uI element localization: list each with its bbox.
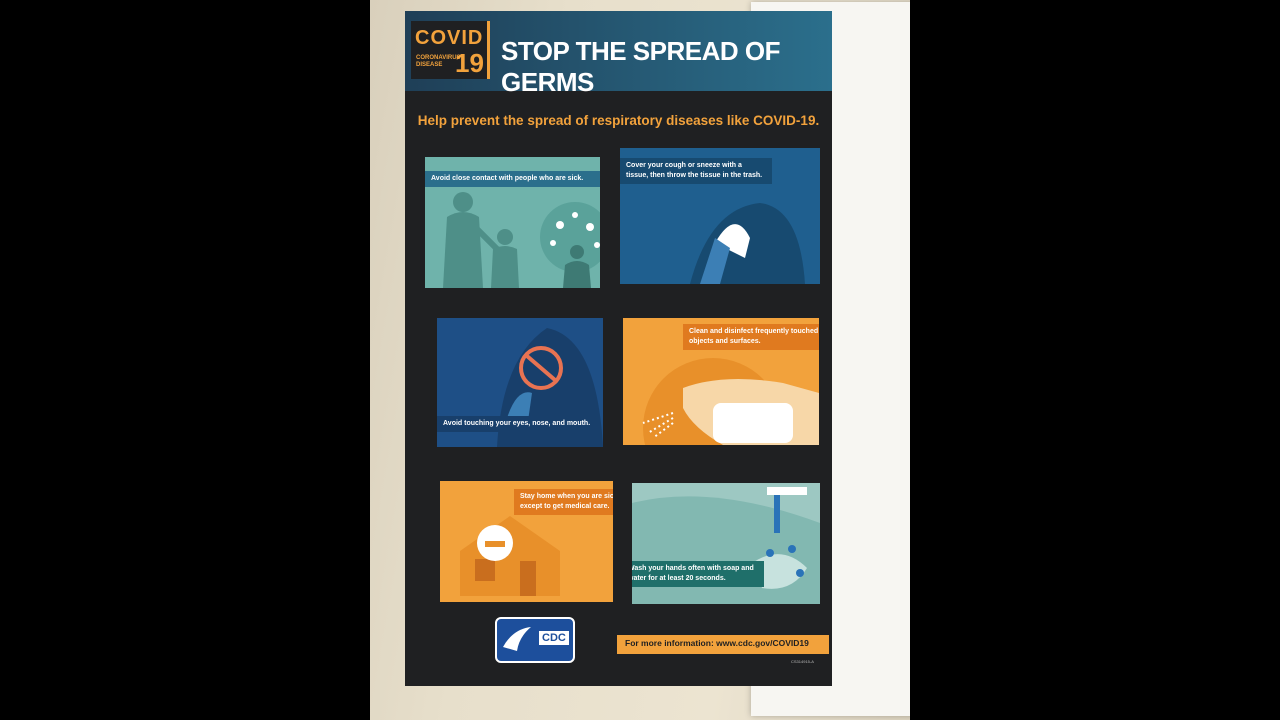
logo-word: COVID (415, 27, 484, 49)
logo-number: 19 (455, 48, 484, 78)
footer-info-bar: For more information: www.cdc.gov/COVID1… (617, 635, 829, 654)
panel-caption: Cover your cough or sneeze with a tissue… (620, 158, 772, 184)
cdc-logo-text: CDC (539, 631, 569, 645)
panel-avoid-contact: Avoid close contact with people who are … (425, 157, 600, 288)
panel-caption: Wash your hands often with soap and wate… (632, 561, 764, 587)
hhs-eagle-icon (503, 627, 531, 651)
document-code: CS314915-A (791, 659, 814, 664)
logo-subtext: CORONAVIRUS DISEASE (416, 55, 461, 68)
cdc-logo: CDC (495, 617, 575, 663)
poster-header: COVID CORONAVIRUS DISEASE 19 STOP THE SP… (405, 11, 832, 97)
panel-cover-cough: Cover your cough or sneeze with a tissue… (620, 148, 820, 284)
covid19-logo: COVID CORONAVIRUS DISEASE 19 (411, 21, 490, 79)
panel-clean-disinfect: Clean and disinfect frequently touched o… (623, 318, 819, 445)
footer-text: For more information: www.cdc.gov/COVID1… (625, 638, 809, 648)
poster-title: STOP THE SPREAD OF GERMS (501, 36, 780, 97)
panel-caption: Avoid touching your eyes, nose, and mout… (437, 416, 599, 432)
panel-wash-hands: Wash your hands often with soap and wate… (632, 483, 820, 604)
poster-subtitle: Help prevent the spread of respiratory d… (417, 113, 820, 128)
panel-caption: Avoid close contact with people who are … (425, 171, 600, 187)
panel-caption: Clean and disinfect frequently touched o… (683, 324, 819, 350)
covid-poster: COVID CORONAVIRUS DISEASE 19 STOP THE SP… (405, 11, 832, 686)
panel-stay-home: Stay home when you are sick, except to g… (440, 481, 613, 602)
panel-avoid-touching: Avoid touching your eyes, nose, and mout… (437, 318, 603, 447)
panel-caption: Stay home when you are sick, except to g… (514, 489, 613, 515)
